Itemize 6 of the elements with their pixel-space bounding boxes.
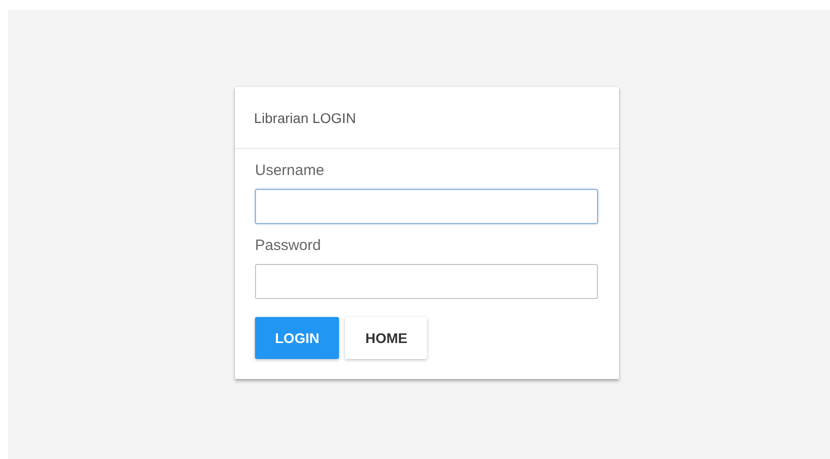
- field-label: Password: [255, 237, 321, 254]
- home-button[interactable]: HOME: [345, 317, 428, 359]
- field-label: Username: [255, 162, 324, 179]
- card-title: Librarian LOGIN: [254, 110, 356, 126]
- input-field[interactable]: [255, 264, 598, 299]
- input-field[interactable]: [255, 189, 598, 224]
